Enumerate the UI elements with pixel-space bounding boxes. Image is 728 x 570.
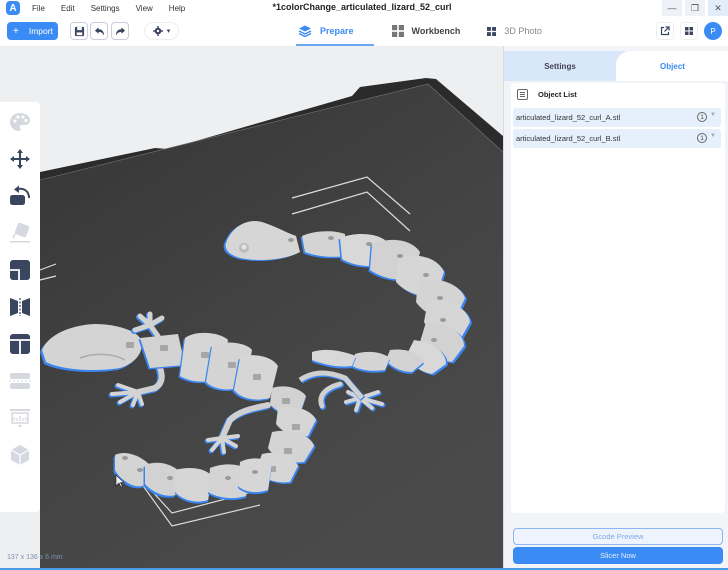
slice-now-button[interactable]: Slicer Now	[513, 547, 723, 564]
external-link-icon	[660, 26, 670, 36]
move-tool[interactable]	[8, 147, 32, 171]
object-count-badge: 1	[697, 133, 707, 143]
view-selector[interactable]: ▾	[144, 22, 179, 40]
menu-file[interactable]: File	[32, 4, 45, 13]
scale-icon	[10, 260, 30, 280]
import-label: Import	[28, 26, 53, 36]
menu-help[interactable]: Help	[169, 4, 185, 13]
model-dimensions: 137 x 136 x 6 mm	[7, 554, 63, 561]
undo-button[interactable]	[90, 22, 108, 40]
app-logo: A	[6, 1, 20, 15]
menu-bar: File Edit Settings View Help	[32, 0, 201, 16]
lay-on-face-icon	[10, 222, 30, 243]
object-name: articulated_lizard_52_curl_A.stl	[516, 113, 621, 122]
close-button[interactable]: ✕	[708, 0, 728, 16]
cut-icon	[9, 373, 31, 389]
menu-view[interactable]: View	[136, 4, 153, 13]
support-tool[interactable]	[8, 406, 32, 430]
cube-icon	[10, 445, 30, 465]
object-list-item[interactable]: articulated_lizard_52_curl_A.stl 1 ▼	[513, 108, 721, 127]
support-icon	[10, 409, 30, 428]
gcode-preview-button[interactable]: Gcode Preview	[513, 528, 723, 545]
object-list-header: Object List	[517, 89, 577, 100]
object-list-item[interactable]: articulated_lizard_52_curl_B.stl 1 ▼	[513, 129, 721, 148]
object-tools-sidebar	[0, 102, 40, 512]
panel-tabs: Settings Object	[504, 51, 728, 81]
apps-button[interactable]	[680, 22, 698, 40]
user-avatar[interactable]: P	[704, 22, 722, 40]
object-count-badge: 1	[697, 112, 707, 122]
scene-canvas	[39, 78, 503, 570]
scale-tool[interactable]	[8, 258, 32, 282]
camera-view-icon	[152, 26, 163, 36]
right-panel: Settings Object Object List articulated_…	[503, 46, 728, 570]
apps-icon	[685, 27, 693, 35]
object-name: articulated_lizard_52_curl_B.stl	[516, 134, 621, 143]
menu-edit[interactable]: Edit	[61, 4, 75, 13]
window-controls: — ❐ ✕	[659, 0, 728, 16]
color-paint-tool[interactable]	[8, 110, 32, 134]
minimize-button[interactable]: —	[662, 0, 682, 16]
palette-icon	[10, 113, 30, 131]
move-arrows-icon	[10, 149, 30, 169]
object-list-title: Object List	[538, 90, 577, 99]
tab-workbench[interactable]: Workbench	[391, 16, 461, 46]
import-button[interactable]: + Import	[7, 22, 58, 40]
tab-object[interactable]: Object	[616, 51, 728, 81]
rotate-icon	[10, 185, 30, 205]
main-tabs: Prepare Workbench 3D Photo	[280, 16, 542, 46]
mirror-tool[interactable]	[8, 295, 32, 319]
redo-icon	[115, 26, 125, 36]
right-tools: P	[656, 22, 722, 40]
grid-icon	[487, 26, 497, 36]
tab-prepare[interactable]: Prepare	[296, 16, 373, 46]
undo-icon	[94, 26, 104, 36]
save-icon	[74, 26, 84, 36]
cut-tool[interactable]	[8, 369, 32, 393]
chevron-down-icon: ▾	[166, 28, 171, 35]
list-icon	[517, 89, 528, 100]
save-button[interactable]	[70, 22, 88, 40]
tab-workbench-label: Workbench	[411, 26, 461, 36]
redo-button[interactable]	[111, 22, 129, 40]
workbench-icon	[391, 25, 404, 37]
layers-icon	[298, 25, 312, 37]
mirror-icon	[10, 298, 30, 316]
menu-settings[interactable]: Settings	[91, 4, 120, 13]
window-title: *1colorChange_articulated_lizard_52_curl	[272, 2, 452, 12]
share-button[interactable]	[656, 22, 674, 40]
split-layout-icon	[10, 334, 30, 354]
split-tool[interactable]	[8, 332, 32, 356]
restore-button[interactable]: ❐	[685, 0, 705, 16]
title-bar: A File Edit Settings View Help *1colorCh…	[0, 0, 728, 16]
tab-3d-photo-label: 3D Photo	[504, 26, 542, 36]
object-list-card: Object List articulated_lizard_52_curl_A…	[511, 83, 725, 513]
rotate-tool[interactable]	[8, 184, 32, 208]
3d-viewport[interactable]: 137 x 136 x 6 mm	[0, 46, 503, 570]
tab-3d-photo[interactable]: 3D Photo	[487, 16, 542, 46]
tab-prepare-label: Prepare	[320, 26, 354, 36]
chevron-down-icon[interactable]: ▼	[710, 112, 716, 118]
tab-settings[interactable]: Settings	[504, 51, 616, 81]
plus-icon: +	[13, 25, 19, 37]
arrange-tool[interactable]	[8, 443, 32, 467]
lay-on-face-tool[interactable]	[8, 221, 32, 245]
chevron-down-icon[interactable]: ▼	[710, 133, 716, 139]
